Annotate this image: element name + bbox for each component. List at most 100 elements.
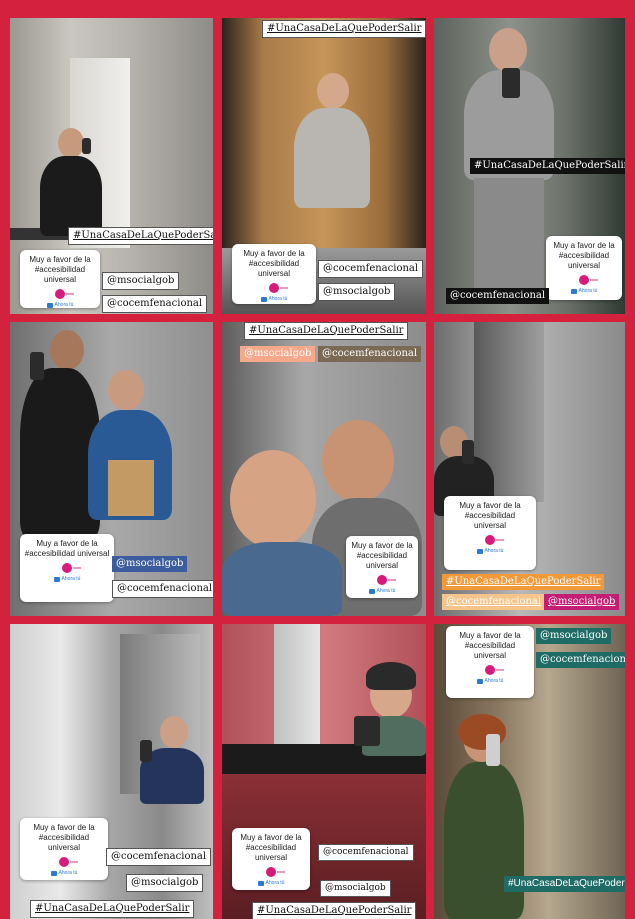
poll-question: Muy a favor de la #accesibilidad univers…: [33, 823, 95, 852]
poll-footer[interactable]: Ahora tú: [24, 302, 96, 308]
cocemfe-tag: @cocemfenacional: [102, 295, 208, 313]
poll-question: Muy a favor de la #accesibilidad univers…: [459, 631, 521, 660]
poll-question: Muy a favor de la #accesibilidad univers…: [240, 833, 302, 862]
story-cell-4[interactable]: Muy a favor de la #accesibilidad univers…: [10, 322, 213, 616]
poll-footer[interactable]: Ahora tú: [236, 296, 312, 302]
msocialgob-text: @msocialgob: [548, 596, 616, 607]
camera-icon: [50, 870, 57, 876]
hashtag-tag: #UnaCasaDeLaQuePoderSalir: [30, 900, 195, 918]
msocialgob-tag: @msocialgob: [536, 628, 612, 644]
poll-sticker[interactable]: Muy a favor de la #accesibilidad univers…: [444, 496, 536, 570]
poll-question: Muy a favor de la #accesibilidad univers…: [243, 249, 305, 278]
cocemfe-text: @cocemfenacional: [540, 654, 625, 665]
story-cell-8[interactable]: Muy a favor de la #accesibilidad univers…: [222, 624, 426, 919]
cocemfe-text: @cocemfenacional: [107, 298, 203, 309]
cocemfe-tag: @cocemfenacional: [112, 580, 213, 598]
story-cell-5[interactable]: #UnaCasaDeLaQuePoderSalir @msocialgob @c…: [222, 322, 426, 616]
story-cell-2[interactable]: #UnaCasaDeLaQuePoderSalir Muy a favor de…: [222, 18, 426, 314]
cocemfe-tag: @cocemfenacional: [318, 346, 422, 362]
poll-question: Muy a favor de la #accesibilidad univers…: [553, 241, 615, 270]
camera-icon: [53, 576, 60, 582]
poll-sticker[interactable]: Muy a favor de la #accesibilidad univers…: [20, 818, 108, 880]
cocemfe-tag: @cocemfenacional: [318, 844, 414, 861]
cocemfe-tag: @cocemfenacional: [442, 594, 546, 610]
poll-footer[interactable]: Ahora tú: [24, 870, 104, 876]
poll-sticker[interactable]: Muy a favor de la #accesibilidad univers…: [346, 536, 418, 598]
camera-icon: [476, 678, 483, 684]
poll-sticker[interactable]: Muy a favor de la #accesibilidad univers…: [546, 236, 622, 300]
story-cell-3[interactable]: #UnaCasaDeLaQuePoderSalir Muy a favor de…: [434, 18, 625, 314]
hashtag-tag: #UnaCasaDeLaQuePoderSalir: [470, 158, 625, 174]
msocialgob-text: @msocialgob: [540, 630, 608, 641]
story-cell-6[interactable]: Muy a favor de la #accesibilidad univers…: [434, 322, 625, 616]
hashtag-text: #UnaCasaDeLaQuePoderSalir: [446, 576, 601, 587]
slider-emoji-icon[interactable]: [59, 857, 78, 867]
msocialgob-text: @msocialgob: [244, 348, 312, 359]
poll-question: Muy a favor de la #accesibilidad univers…: [459, 501, 521, 530]
story-cell-1[interactable]: #UnaCasaDeLaQuePoderSalir Muy a favor de…: [10, 18, 213, 314]
poll-footer[interactable]: Ahora tú: [350, 588, 414, 594]
camera-icon: [260, 296, 267, 302]
elevator-photo-6: [434, 322, 625, 616]
poll-footer-text: Ahora tú: [54, 302, 74, 308]
hashtag-tag: #UnaCasaDeLaQuePoderSalir: [504, 876, 625, 892]
cocemfe-text: @cocemfenacional: [117, 583, 213, 594]
msocialgob-text: @msocialgob: [323, 286, 391, 297]
cocemfe-text: @cocemfenacional: [323, 847, 409, 857]
slider-emoji-icon[interactable]: [485, 535, 504, 545]
story-cell-7[interactable]: Muy a favor de la #accesibilidad univers…: [10, 624, 213, 919]
poll-footer-text: Ahora tú: [578, 288, 598, 294]
msocialgob-text: @msocialgob: [131, 877, 199, 888]
hashtag-text: #UnaCasaDeLaQuePoderSalir: [249, 325, 404, 336]
hashtag-text: #UnaCasaDeLaQuePoderSalir: [508, 878, 625, 889]
hashtag-tag: #UnaCasaDeLaQuePoderSalir: [262, 20, 426, 38]
poll-footer-text: Ahora tú: [484, 678, 504, 684]
hashtag-tag: #UnaCasaDeLaQuePoderSalir: [252, 902, 417, 919]
poll-question: Muy a favor de la #accesibilidad univers…: [24, 539, 110, 558]
cocemfe-tag: @cocemfenacional: [318, 260, 424, 278]
msocialgob-tag: @msocialgob: [102, 272, 180, 290]
msocialgob-text: @msocialgob: [325, 883, 386, 893]
slider-emoji-icon[interactable]: [579, 275, 598, 285]
camera-icon: [257, 880, 264, 886]
camera-icon: [368, 588, 375, 594]
cocemfe-tag: @cocemfenacional: [536, 652, 625, 668]
poll-sticker[interactable]: Muy a favor de la #accesibilidad univers…: [446, 626, 534, 698]
cocemfe-text: @cocemfenacional: [446, 596, 542, 607]
poll-question: Muy a favor de la #accesibilidad univers…: [29, 255, 91, 284]
slider-emoji-icon[interactable]: [269, 283, 288, 293]
poll-sticker[interactable]: Muy a favor de la #accesibilidad univers…: [20, 250, 100, 308]
story-cell-9[interactable]: Muy a favor de la #accesibilidad univers…: [434, 624, 625, 919]
poll-footer-text: Ahora tú: [265, 880, 285, 886]
msocialgob-tag: @msocialgob: [544, 594, 620, 610]
hashtag-text: #UnaCasaDeLaQuePoderSalir: [267, 23, 422, 34]
cocemfe-text: @cocemfenacional: [322, 348, 418, 359]
slider-emoji-icon[interactable]: [377, 575, 396, 585]
cocemfe-text: @cocemfenacional: [323, 263, 419, 274]
poll-footer[interactable]: Ahora tú: [450, 678, 530, 684]
poll-sticker[interactable]: Muy a favor de la #accesibilidad univers…: [20, 534, 114, 602]
hashtag-text: #UnaCasaDeLaQuePoderSalir: [257, 905, 412, 916]
cocemfe-text: @cocemfenacional: [111, 851, 207, 862]
poll-footer[interactable]: Ahora tú: [236, 880, 306, 886]
msocialgob-text: @msocialgob: [116, 558, 184, 569]
poll-footer[interactable]: Ahora tú: [24, 576, 110, 582]
msocialgob-text: @msocialgob: [107, 275, 175, 286]
poll-footer[interactable]: Ahora tú: [550, 288, 618, 294]
poll-footer-text: Ahora tú: [61, 576, 81, 582]
poll-sticker[interactable]: Muy a favor de la #accesibilidad univers…: [232, 828, 310, 890]
camera-icon: [46, 302, 53, 308]
hashtag-tag: #UnaCasaDeLaQuePoderSalir: [68, 227, 213, 245]
slider-emoji-icon[interactable]: [266, 867, 285, 877]
msocialgob-tag: @msocialgob: [320, 880, 391, 897]
camera-icon: [570, 288, 577, 294]
poll-footer[interactable]: Ahora tú: [448, 548, 532, 554]
slider-emoji-icon[interactable]: [485, 665, 504, 675]
poll-footer-text: Ahora tú: [484, 548, 504, 554]
msocialgob-tag: @msocialgob: [112, 556, 188, 572]
slider-emoji-icon[interactable]: [62, 563, 81, 573]
msocialgob-tag: @msocialgob: [240, 346, 316, 362]
slider-emoji-icon[interactable]: [55, 289, 74, 299]
hashtag-text: #UnaCasaDeLaQuePoderSalir: [35, 903, 190, 914]
poll-sticker[interactable]: Muy a favor de la #accesibilidad univers…: [232, 244, 316, 304]
